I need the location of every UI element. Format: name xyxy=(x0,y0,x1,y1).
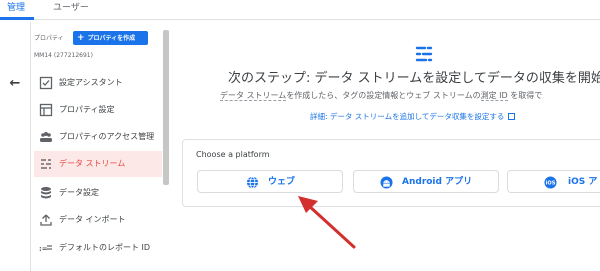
upload-icon xyxy=(40,214,52,226)
svg-text::=: := xyxy=(39,245,48,253)
external-link-icon xyxy=(508,113,516,120)
sidebar-divider xyxy=(30,22,31,271)
back-arrow-icon[interactable]: ← xyxy=(4,76,26,92)
learn-more-link-label: 詳細: データ ストリームを追加してデータ収集を設定する xyxy=(310,112,505,121)
create-property-label: プロパティを作成 xyxy=(87,35,136,42)
stream-icon xyxy=(41,159,51,169)
tab-users[interactable]: ユーザー xyxy=(53,0,89,20)
active-tab-indicator xyxy=(0,17,34,20)
platform-web-button[interactable]: ウェブ xyxy=(197,170,343,193)
measurement-id-term[interactable]: 測定 ID xyxy=(480,91,508,101)
people-icon xyxy=(40,132,52,142)
sidebar-item-property-settings[interactable]: プロパティ設定 xyxy=(34,97,162,123)
platform-label: Android アプリ xyxy=(402,177,473,187)
sidebar-item-data-streams[interactable]: データ ストリーム xyxy=(34,151,162,177)
window-icon xyxy=(39,103,53,117)
create-property-button[interactable]: + プロパティを作成 xyxy=(73,31,148,45)
tab-bar: 管理 ユーザー xyxy=(0,0,600,20)
property-label: プロパティ xyxy=(34,35,64,42)
sidebar-item-label: デフォルトのレポート ID xyxy=(59,243,151,252)
learn-more-link[interactable]: 詳細: データ ストリームを追加してデータ収集を設定する xyxy=(310,111,516,122)
sidebar-item-default-report-id[interactable]: := デフォルトのレポート ID xyxy=(34,235,162,261)
sidebar-item-access-management[interactable]: プロパティのアクセス管理 xyxy=(34,124,162,150)
page-headline: 次のステップ: データ ストリームを設定してデータの収集を開始 xyxy=(228,71,600,86)
report-id-icon: := xyxy=(39,245,52,253)
sidebar-scrollbar[interactable] xyxy=(163,30,169,185)
sidebar-item-label: データ設定 xyxy=(59,188,99,197)
sidebar-item-data-settings[interactable]: データ設定 xyxy=(34,180,162,206)
android-icon xyxy=(380,176,393,189)
description-text-tail: を取得で xyxy=(507,91,543,100)
database-icon xyxy=(41,187,51,199)
choose-platform-label: Choose a platform xyxy=(196,150,270,159)
sidebar-item-label: データ ストリーム xyxy=(59,159,126,168)
platform-android-button[interactable]: Android アプリ xyxy=(353,170,499,193)
sidebar-item-label: データ インポート xyxy=(59,215,126,224)
description-text: を作成したら、タグの設定情報とウェブ ストリームの xyxy=(286,91,481,100)
checklist-icon xyxy=(39,76,53,90)
platform-label: iOS ア xyxy=(568,177,598,187)
headline-description: データ ストリームを作成したら、タグの設定情報とウェブ ストリームの測定 ID … xyxy=(220,90,542,101)
property-id: MM14 (277212691) xyxy=(34,52,93,59)
plus-icon: + xyxy=(77,33,85,43)
data-stream-term[interactable]: データ ストリーム xyxy=(220,91,287,101)
platform-ios-button[interactable]: iOS iOS ア xyxy=(507,170,600,193)
sidebar-item-label: プロパティ設定 xyxy=(59,105,115,114)
data-stream-logo-icon xyxy=(415,46,433,62)
ios-icon: iOS xyxy=(544,176,557,189)
sidebar-item-label: 設定アシスタント xyxy=(59,78,123,87)
globe-icon xyxy=(246,176,259,189)
sidebar-item-setup-assistant[interactable]: 設定アシスタント xyxy=(34,70,162,96)
svg-text:iOS: iOS xyxy=(546,181,556,187)
sidebar-item-data-import[interactable]: データ インポート xyxy=(34,207,162,233)
sidebar-item-label: プロパティのアクセス管理 xyxy=(59,132,155,141)
platform-label: ウェブ xyxy=(268,177,296,187)
